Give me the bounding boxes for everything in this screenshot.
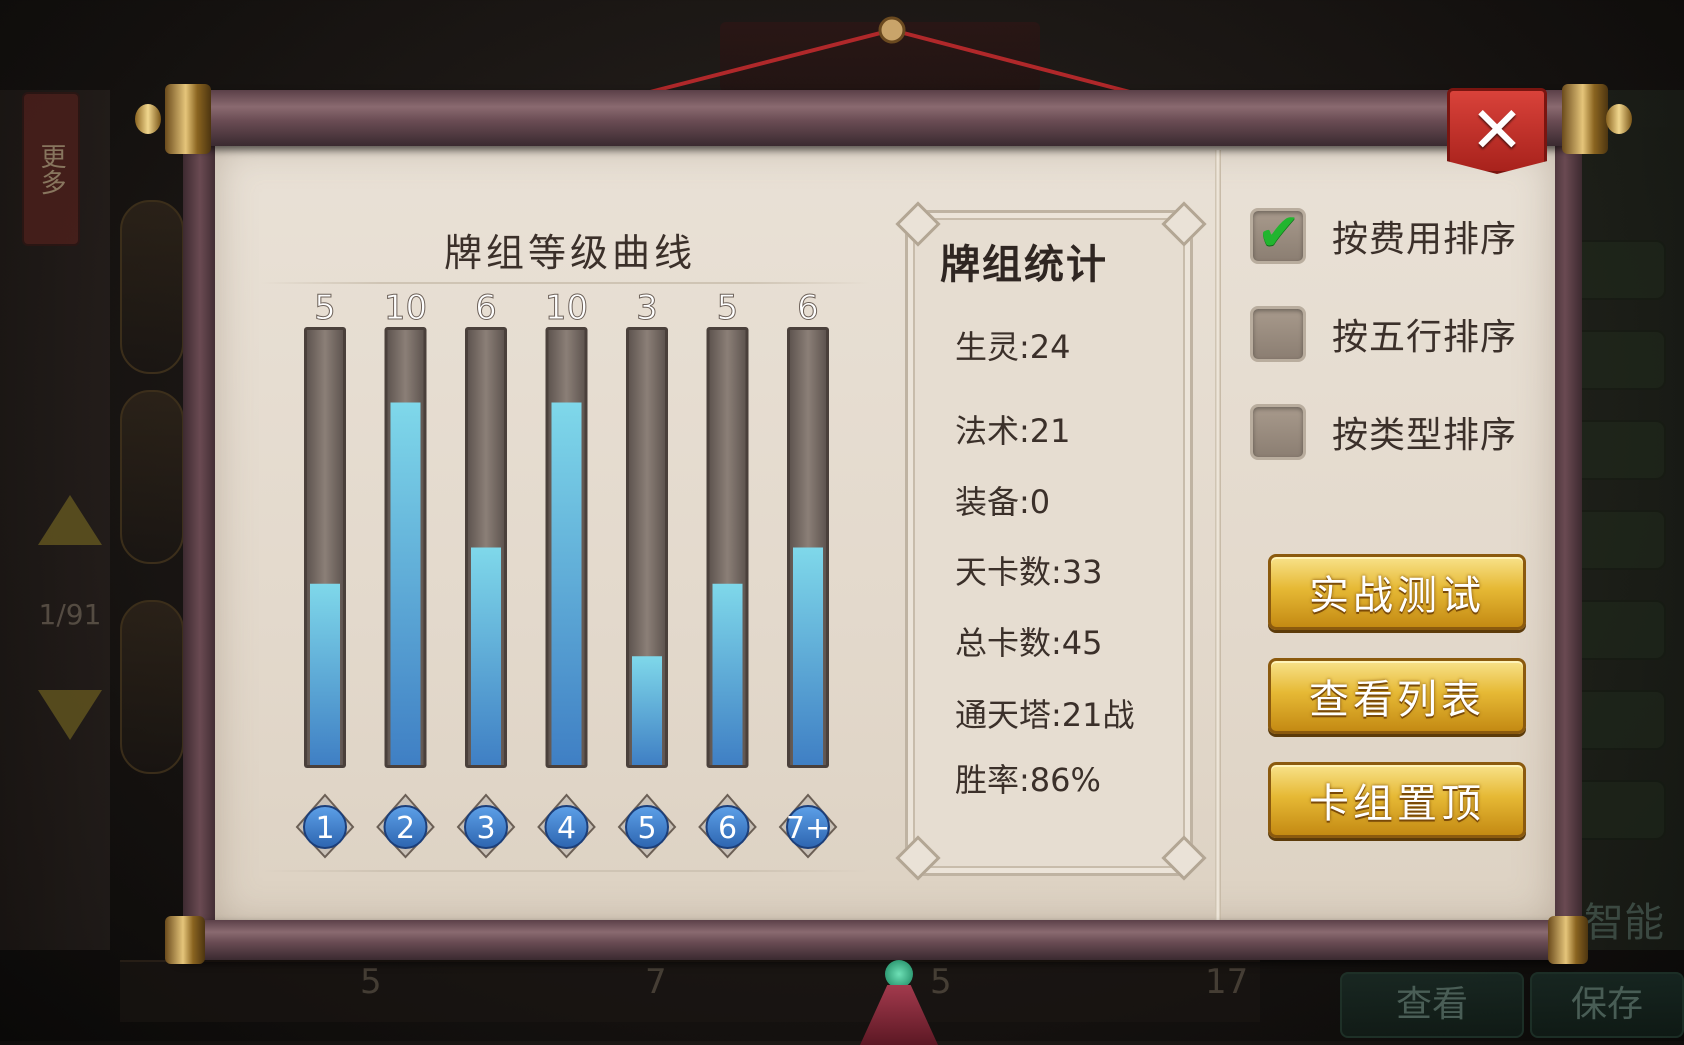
- rod-cap-right: [1562, 84, 1608, 154]
- bar-fill: [390, 402, 421, 765]
- rod-cap-left: [165, 916, 205, 964]
- scroll-up-arrow-icon[interactable]: [38, 495, 102, 545]
- sort-by-type-checkbox[interactable]: [1250, 404, 1306, 460]
- bar-fill: [632, 656, 662, 765]
- bottom-card-bar: [120, 960, 1260, 1022]
- sort-by-element-option[interactable]: 按五行排序: [1250, 306, 1517, 362]
- chart-top-rule: [260, 282, 870, 284]
- bar-value-label: 3: [636, 288, 658, 328]
- bottom-count: 17: [1205, 962, 1249, 1002]
- cost-category-label: 2: [396, 811, 415, 846]
- stat-heaven-cards: 天卡数:33: [955, 553, 1103, 591]
- deck-card-slot: [120, 390, 184, 564]
- stat-creatures: 生灵:24: [955, 328, 1071, 366]
- smart-label: 智能: [1584, 900, 1664, 946]
- bar-value-label: 5: [717, 288, 739, 328]
- card-cost-pill: [1572, 690, 1666, 750]
- cost-category-label: 3: [476, 811, 495, 846]
- level-curve-chart: 5 1 10 2 6 3 10 4 3 5 5 6 6 7+: [295, 288, 838, 859]
- sort-by-element-checkbox[interactable]: [1250, 306, 1306, 362]
- view-button[interactable]: 查看: [1340, 972, 1524, 1038]
- bottom-count: 5: [360, 962, 382, 1002]
- chart-title: 牌组等级曲线: [443, 231, 696, 275]
- sort-by-cost-option[interactable]: ✔ 按费用排序: [1250, 203, 1518, 264]
- deck-card-slot: [120, 200, 184, 374]
- scroll-down-arrow-icon[interactable]: [38, 690, 102, 740]
- chart-bottom-rule: [260, 870, 870, 872]
- bar-value-label: 6: [797, 288, 819, 328]
- stat-win-rate: 胜率:86%: [955, 761, 1101, 799]
- stat-total-cards: 总卡数:45: [955, 624, 1103, 662]
- card-cost-pill: [1572, 330, 1666, 390]
- bar-fill: [551, 402, 582, 765]
- card-cost-pill: [1572, 240, 1666, 300]
- bar-value-label: 10: [384, 288, 427, 328]
- view-list-button[interactable]: 查看列表: [1268, 658, 1526, 734]
- pin-deck-button[interactable]: 卡组置顶: [1268, 762, 1526, 838]
- stat-equipment: 装备:0: [955, 483, 1051, 521]
- rod-cap-right: [1548, 916, 1588, 964]
- save-button[interactable]: 保存: [1530, 972, 1684, 1038]
- sort-by-type-option[interactable]: 按类型排序: [1250, 404, 1517, 460]
- bottom-count: 7: [645, 962, 667, 1002]
- bar-fill: [471, 547, 501, 765]
- battle-test-button[interactable]: 实战测试: [1268, 554, 1526, 630]
- scroll-left-edge: [183, 140, 217, 930]
- card-cost-pill: [1572, 780, 1666, 840]
- bar-fill: [310, 583, 340, 765]
- rod-tip-right: [1606, 104, 1632, 134]
- scroll-bottom-rod: [175, 920, 1575, 960]
- card-cost-pill: [1572, 600, 1666, 660]
- bar-value-label: 10: [545, 288, 588, 328]
- sort-by-cost-checkbox[interactable]: ✔: [1250, 203, 1306, 264]
- bar-fill: [793, 547, 823, 765]
- page-indicator: 1/91: [38, 598, 102, 631]
- close-button[interactable]: ✕: [1447, 88, 1547, 174]
- deck-card-slot: [120, 600, 184, 774]
- card-cost-pill: [1572, 510, 1666, 570]
- rod-tip-left: [135, 104, 161, 134]
- cost-category-label: 1: [315, 811, 334, 846]
- bar-value-label: 6: [475, 288, 497, 328]
- rod-cap-left: [165, 84, 211, 154]
- sort-by-cost-label: 按费用排序: [1332, 219, 1518, 260]
- scroll-top-rod: [175, 90, 1575, 146]
- card-cost-pill: [1572, 420, 1666, 480]
- sort-by-element-label: 按五行排序: [1332, 317, 1518, 358]
- bar-value-label: 5: [314, 288, 336, 328]
- stat-tower-battles: 通天塔:21战: [955, 696, 1135, 734]
- tassel-bead: [885, 960, 913, 988]
- checkmark-icon: ✔: [1257, 203, 1301, 263]
- section-divider: [1215, 150, 1221, 920]
- stat-spells: 法术:21: [955, 412, 1071, 450]
- sort-by-type-label: 按类型排序: [1332, 415, 1518, 456]
- bottom-count: 5: [930, 962, 952, 1002]
- cost-category-label: 7+: [786, 811, 830, 846]
- stats-title: 牌组统计: [940, 242, 1108, 288]
- more-button[interactable]: 更多: [22, 92, 80, 246]
- cost-category-label: 4: [557, 811, 576, 846]
- cost-category-label: 5: [637, 811, 656, 846]
- bar-fill: [712, 583, 743, 765]
- cost-category-label: 6: [718, 811, 737, 846]
- hanging-cord: [649, 16, 1131, 94]
